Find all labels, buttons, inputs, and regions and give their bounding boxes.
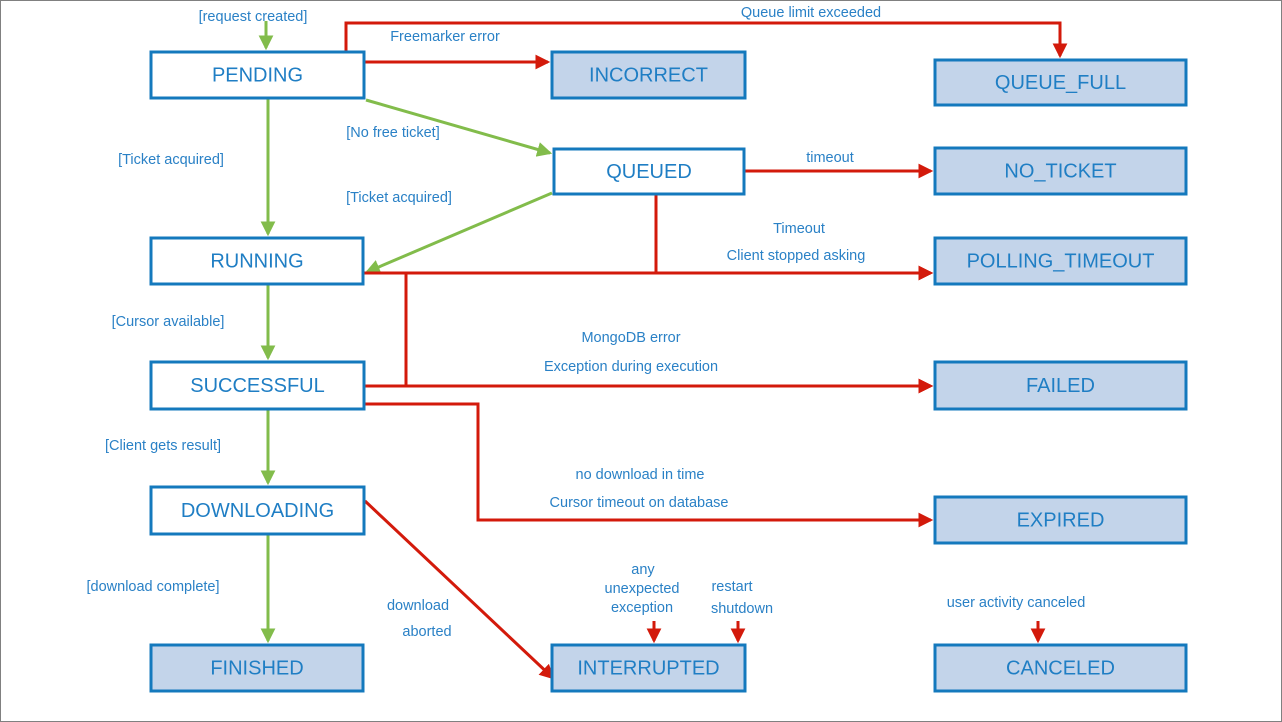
label-user-canceled: user activity canceled	[947, 595, 1086, 611]
state-label-polling_timeout: POLLING_TIMEOUT	[967, 250, 1155, 272]
label-mongodb-error: MongoDB error	[581, 330, 680, 346]
state-label-pending: PENDING	[212, 64, 303, 86]
state-label-interrupted: INTERRUPTED	[577, 657, 719, 679]
label-download-complete: [download complete]	[87, 579, 220, 595]
label-exception-exec: Exception during execution	[544, 359, 718, 375]
state-polling_timeout[interactable]: POLLING_TIMEOUT	[933, 236, 1188, 286]
state-interrupted[interactable]: INTERRUPTED	[550, 643, 747, 693]
state-downloading[interactable]: DOWNLOADING	[149, 485, 366, 536]
state-failed[interactable]: FAILED	[933, 360, 1188, 411]
label-download: download	[387, 598, 449, 614]
state-diagram-canvas: PENDING INCORRECT QUEUE_FULL QUEUED NO_TICKE…	[87, 5, 1188, 693]
state-label-canceled: CANCELED	[1006, 657, 1115, 679]
label-timeout-lower: timeout	[806, 150, 854, 166]
state-label-failed: FAILED	[1026, 375, 1095, 397]
label-queue-limit: Queue limit exceeded	[741, 5, 881, 21]
state-label-expired: EXPIRED	[1017, 509, 1105, 531]
label-timeout-upper: Timeout	[773, 221, 825, 237]
diagram-frame: PENDING INCORRECT QUEUE_FULL QUEUED NO_TICKE…	[0, 0, 1282, 722]
state-no_ticket[interactable]: NO_TICKET	[933, 146, 1188, 196]
label-aborted: aborted	[402, 624, 451, 640]
label-client-gets-result: [Client gets result]	[105, 438, 221, 454]
transitions-layer	[258, 21, 1068, 680]
label-no-free-ticket: [No free ticket]	[346, 125, 439, 141]
state-queued[interactable]: QUEUED	[552, 147, 746, 196]
label-ticket-acquired-2: [Ticket acquired]	[346, 190, 452, 206]
label-unexpected: unexpected	[605, 581, 680, 597]
label-cursor-timeout: Cursor timeout on database	[550, 495, 729, 511]
state-finished[interactable]: FINISHED	[149, 643, 365, 693]
state-expired[interactable]: EXPIRED	[933, 495, 1188, 545]
label-restart: restart	[711, 579, 752, 595]
label-ticket-acquired-1: [Ticket acquired]	[118, 152, 224, 168]
state-label-no_ticket: NO_TICKET	[1004, 160, 1116, 182]
state-canceled[interactable]: CANCELED	[933, 643, 1188, 693]
transition-downloading-to-interrupted[interactable]	[363, 499, 555, 680]
state-successful[interactable]: SUCCESSFUL	[149, 360, 366, 411]
state-queue_full[interactable]: QUEUE_FULL	[933, 58, 1188, 107]
state-incorrect[interactable]: INCORRECT	[550, 50, 747, 100]
label-client-stopped: Client stopped asking	[727, 248, 866, 264]
state-label-downloading: DOWNLOADING	[181, 500, 334, 522]
state-label-successful: SUCCESSFUL	[190, 375, 324, 397]
state-label-queue_full: QUEUE_FULL	[995, 72, 1126, 94]
state-label-running: RUNNING	[210, 250, 303, 272]
label-request-created: [request created]	[199, 9, 308, 25]
label-exception: exception	[611, 600, 673, 616]
state-label-queued: QUEUED	[606, 161, 692, 183]
label-no-download: no download in time	[576, 467, 705, 483]
state-label-finished: FINISHED	[210, 657, 303, 679]
label-any: any	[631, 562, 655, 578]
state-pending[interactable]: PENDING	[149, 50, 366, 100]
state-label-incorrect: INCORRECT	[589, 64, 708, 86]
label-freemarker-error: Freemarker error	[390, 29, 500, 45]
label-cursor-available: [Cursor available]	[112, 314, 225, 330]
state-running[interactable]: RUNNING	[149, 236, 365, 286]
label-shutdown: shutdown	[711, 601, 773, 617]
